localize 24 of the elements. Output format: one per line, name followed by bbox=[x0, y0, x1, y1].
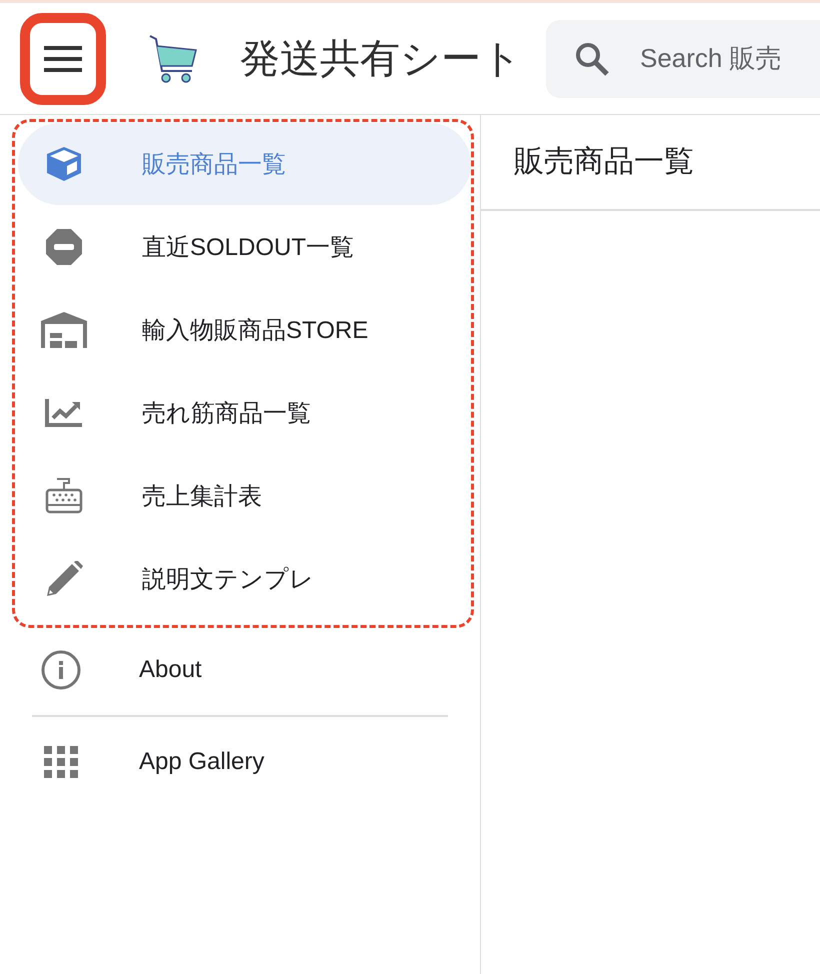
search-bar[interactable]: Search 販売 bbox=[546, 20, 820, 98]
chart-icon bbox=[45, 399, 83, 427]
cash-register-icon bbox=[45, 478, 83, 514]
box-icon bbox=[45, 146, 83, 182]
info-icon bbox=[41, 650, 81, 690]
nav-item[interactable]: 輸入物販商品STORE bbox=[18, 289, 471, 371]
nav-item[interactable]: 直近SOLDOUT一覧 bbox=[18, 206, 471, 288]
nav-item[interactable]: 説明文テンプレ bbox=[18, 538, 471, 620]
menu-icon bbox=[44, 46, 82, 72]
page-heading: 販売商品一覧 bbox=[481, 115, 820, 211]
warehouse-icon bbox=[41, 312, 87, 348]
search-icon bbox=[574, 40, 610, 76]
search-field[interactable]: Search 販売 bbox=[638, 42, 820, 75]
pencil-icon bbox=[45, 561, 83, 597]
nav-item[interactable]: 売上集計表 bbox=[18, 455, 471, 537]
menu-button[interactable] bbox=[20, 12, 106, 104]
app-grid-icon bbox=[44, 746, 78, 778]
cart-icon bbox=[148, 34, 198, 84]
stop-icon bbox=[45, 228, 83, 266]
nav-item[interactable]: App Gallery bbox=[15, 721, 474, 803]
app-title: 発送共有シート bbox=[240, 36, 522, 83]
nav-item[interactable]: About bbox=[15, 629, 474, 711]
nav-item[interactable]: 販売商品一覧 bbox=[18, 123, 471, 205]
nav-item[interactable]: 売れ筋商品一覧 bbox=[18, 372, 471, 454]
